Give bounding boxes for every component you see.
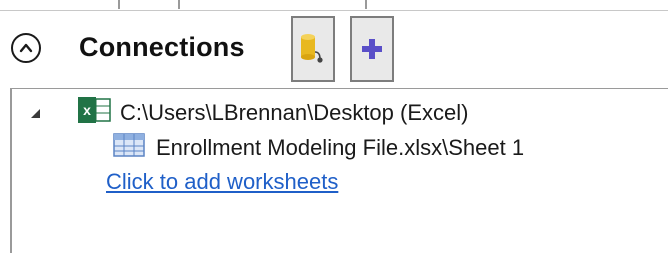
tick-mark <box>118 0 120 9</box>
expand-triangle-icon[interactable] <box>26 104 44 122</box>
connections-header: Connections <box>0 12 668 88</box>
panel-title: Connections <box>79 32 245 62</box>
connections-tree: x C:\Users\LBrennan\Desktop (Excel) Enro… <box>10 88 668 253</box>
tick-mark <box>178 0 180 9</box>
chevron-up-icon <box>19 43 33 53</box>
add-worksheets-row: Click to add worksheets <box>106 169 338 195</box>
tree-connection-node[interactable]: x C:\Users\LBrennan\Desktop (Excel) <box>26 95 468 130</box>
excel-icon: x <box>76 95 112 130</box>
connection-path-label: C:\Users\LBrennan\Desktop (Excel) <box>120 99 469 125</box>
sheet-label: Enrollment Modeling File.xlsx\Sheet 1 <box>156 134 525 160</box>
table-icon <box>112 131 148 164</box>
collapse-button[interactable] <box>11 33 41 63</box>
plus-icon <box>362 39 382 59</box>
svg-text:x: x <box>83 102 91 118</box>
tick-mark <box>365 0 367 9</box>
database-connect-icon <box>301 34 323 63</box>
tree-sheet-node[interactable]: Enrollment Modeling File.xlsx\Sheet 1 <box>112 131 524 164</box>
add-connection-button[interactable] <box>291 16 335 82</box>
top-strip <box>0 0 668 11</box>
add-button[interactable] <box>350 16 394 82</box>
add-worksheets-link[interactable]: Click to add worksheets <box>106 169 338 195</box>
